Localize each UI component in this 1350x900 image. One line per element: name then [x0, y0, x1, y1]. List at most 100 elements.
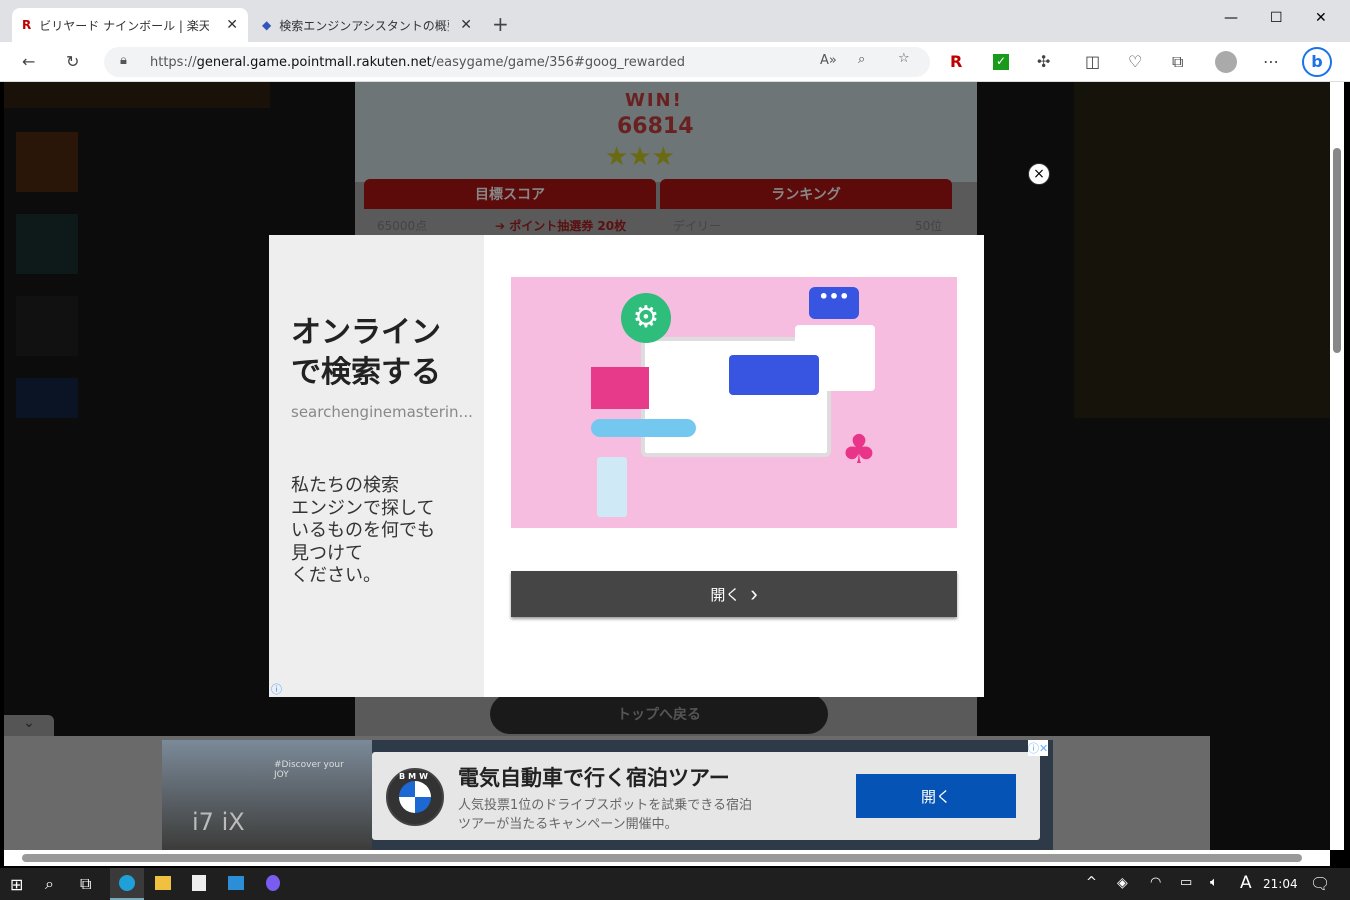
url-domain: general.game.pointmall.rakuten.net: [196, 54, 432, 70]
new-tab-button[interactable]: +: [492, 12, 509, 36]
game-thumbnail[interactable]: [16, 214, 78, 274]
more-menu-icon[interactable]: ⋯: [1263, 52, 1279, 71]
url-prefix: https://: [150, 54, 197, 70]
ranking-header: ランキング: [660, 179, 952, 209]
ad-card: BMW 電気自動車で行く宿泊ツアー 人気投票1位のドライブスポットを試乗できる宿…: [372, 752, 1040, 840]
score-value: 66814: [617, 114, 694, 139]
tab-rakuten[interactable]: R ビリヤード ナインボール | 楽天ポイント ✕: [12, 8, 248, 42]
checkmark-extension-icon[interactable]: ✓: [993, 54, 1009, 70]
reward: ➔ ポイント抽選券 20枚: [495, 219, 627, 233]
extensions-icon[interactable]: ✣: [1037, 52, 1050, 71]
search-icon[interactable]: ⌕: [45, 874, 54, 894]
ad-illustration[interactable]: ⚙ ••• ♣: [511, 277, 957, 528]
ad-car-image: i7 iX #Discover your JOY: [162, 740, 372, 850]
close-window-button[interactable]: ✕: [1315, 10, 1327, 26]
side-ad: [1074, 82, 1330, 418]
ad-info-icon[interactable]: ⓘ: [271, 681, 282, 697]
clock[interactable]: 21:04: [1263, 877, 1298, 891]
lock-icon: 🔒︎: [120, 53, 127, 68]
collections-icon[interactable]: ⧉: [1172, 52, 1183, 72]
rank-value: 50位: [915, 219, 943, 233]
plant-illustration: ♣: [841, 427, 877, 473]
game-thumbnail[interactable]: [16, 378, 78, 418]
chevron-right-icon: ›: [750, 581, 758, 606]
target-score-header: 目標スコア: [364, 179, 656, 209]
edge-taskbar-icon[interactable]: [110, 868, 144, 900]
modal-text-panel: オンライン で検索する searchenginemasterin... 私たちの…: [269, 235, 484, 697]
chart-card-illustration: [729, 355, 819, 395]
scrollbar-thumb[interactable]: [22, 854, 1302, 862]
stars-rating: ★★★: [605, 142, 675, 172]
modal-description: 私たちの検索 エンジンで探して いるものを何でも 見つけて ください。: [291, 475, 435, 586]
modal-open-button[interactable]: 開く ›: [511, 571, 957, 617]
chevron-up-icon[interactable]: ^: [1086, 875, 1097, 890]
minimize-button[interactable]: —: [1224, 10, 1238, 26]
game-thumbnail[interactable]: [16, 296, 78, 356]
mail-icon[interactable]: [228, 876, 244, 890]
close-tab-icon[interactable]: ✕: [460, 17, 472, 33]
rakuten-icon: R: [22, 18, 32, 32]
ad-body: 人気投票1位のドライブスポットを試乗できる宿泊 ツアーが当たるキャンペーン開催中…: [458, 798, 753, 832]
chat-bubble-icon: •••: [809, 287, 859, 319]
bmw-logo: BMW: [386, 768, 444, 826]
taskbar: ⊞ ⌕ ⧉ ^ ◈ ◠ ▭ 🔈︎ A 21:04 🗨︎: [0, 868, 1350, 900]
app-icon[interactable]: [266, 875, 280, 891]
split-screen-icon[interactable]: ◫: [1085, 52, 1100, 71]
back-to-top-button[interactable]: トップへ戻る: [490, 694, 828, 734]
tray-app-icon[interactable]: ◈: [1117, 875, 1128, 891]
ad-choices-icon[interactable]: ⓘ✕: [1028, 740, 1049, 756]
ranking-type: デイリー: [673, 219, 722, 233]
wifi-icon[interactable]: ◠: [1150, 875, 1161, 890]
rakuten-extension-icon[interactable]: R: [950, 52, 962, 71]
result-header: WIN! 66814 ★★★: [355, 82, 977, 182]
search-bar-illustration: [591, 419, 696, 437]
tab-label: ビリヤード ナインボール | 楽天ポイント: [39, 18, 210, 33]
close-modal-button[interactable]: ×: [1028, 163, 1050, 185]
tab-search-assistant[interactable]: ◆ 検索エンジンアシスタントの概要:個人 ✕: [252, 8, 482, 42]
store-icon[interactable]: [192, 875, 206, 891]
collapse-chevron-icon[interactable]: ⌄: [4, 715, 54, 737]
profile-avatar[interactable]: [1215, 51, 1237, 73]
volume-icon[interactable]: 🔈︎: [1210, 875, 1218, 890]
ad-tag: #Discover your JOY: [274, 760, 344, 780]
open-label: 開く: [710, 586, 741, 604]
back-icon[interactable]: ←: [22, 52, 35, 71]
ime-indicator[interactable]: A: [1240, 873, 1252, 893]
notifications-icon[interactable]: 🗨︎: [1310, 874, 1330, 893]
bmw-ad[interactable]: i7 iX #Discover your JOY BMW 電気自動車で行く宿泊ツ…: [162, 740, 1053, 850]
horizontal-scrollbar[interactable]: [4, 850, 1330, 866]
browser-essentials-icon[interactable]: ♡: [1128, 52, 1142, 71]
zoom-icon[interactable]: ⌕: [858, 52, 865, 67]
game-banner: [4, 82, 270, 108]
target-score: 65000点: [377, 219, 428, 233]
address-bar[interactable]: 🔒︎ https://general.game.pointmall.rakute…: [104, 47, 930, 77]
url-path: /easygame/game/356#goog_rewarded: [431, 54, 686, 70]
tab-bar: R ビリヤード ナインボール | 楽天ポイント ✕ ◆ 検索エンジンアシスタント…: [0, 0, 1350, 42]
bmw-logo-roundel: [399, 781, 431, 813]
scrollbar-thumb[interactable]: [1333, 148, 1341, 353]
refresh-icon[interactable]: ↻: [66, 52, 79, 71]
task-view-icon[interactable]: ⧉: [80, 874, 91, 894]
favorite-star-icon[interactable]: ☆: [898, 51, 910, 66]
windows-start-icon[interactable]: ⊞: [10, 875, 23, 894]
bing-copilot-icon[interactable]: b: [1302, 47, 1332, 77]
win-label: WIN!: [625, 90, 683, 111]
tab-label: 検索エンジンアシスタントの概要:個人: [279, 18, 449, 33]
extension-icon: ◆: [262, 18, 272, 32]
ad-open-button[interactable]: 開く: [856, 774, 1016, 818]
read-aloud-icon[interactable]: A»: [820, 53, 837, 68]
video-card-illustration: [591, 367, 649, 409]
cup-illustration: [597, 457, 627, 517]
gear-icon: ⚙: [621, 293, 671, 343]
file-explorer-icon[interactable]: [155, 876, 171, 890]
game-thumbnail[interactable]: [16, 132, 78, 192]
ad-headline: 電気自動車で行く宿泊ツアー: [458, 766, 730, 790]
modal-source[interactable]: searchenginemasterin...: [291, 403, 473, 421]
maximize-button[interactable]: ☐: [1270, 10, 1283, 26]
vertical-scrollbar[interactable]: [1330, 82, 1344, 850]
ad-model-text: i7 iX: [192, 808, 245, 836]
battery-icon[interactable]: ▭: [1180, 875, 1192, 890]
close-tab-icon[interactable]: ✕: [226, 17, 238, 33]
modal-title: オンライン で検索する: [291, 315, 441, 390]
interstitial-ad-modal: オンライン で検索する searchenginemasterin... 私たちの…: [269, 235, 984, 697]
